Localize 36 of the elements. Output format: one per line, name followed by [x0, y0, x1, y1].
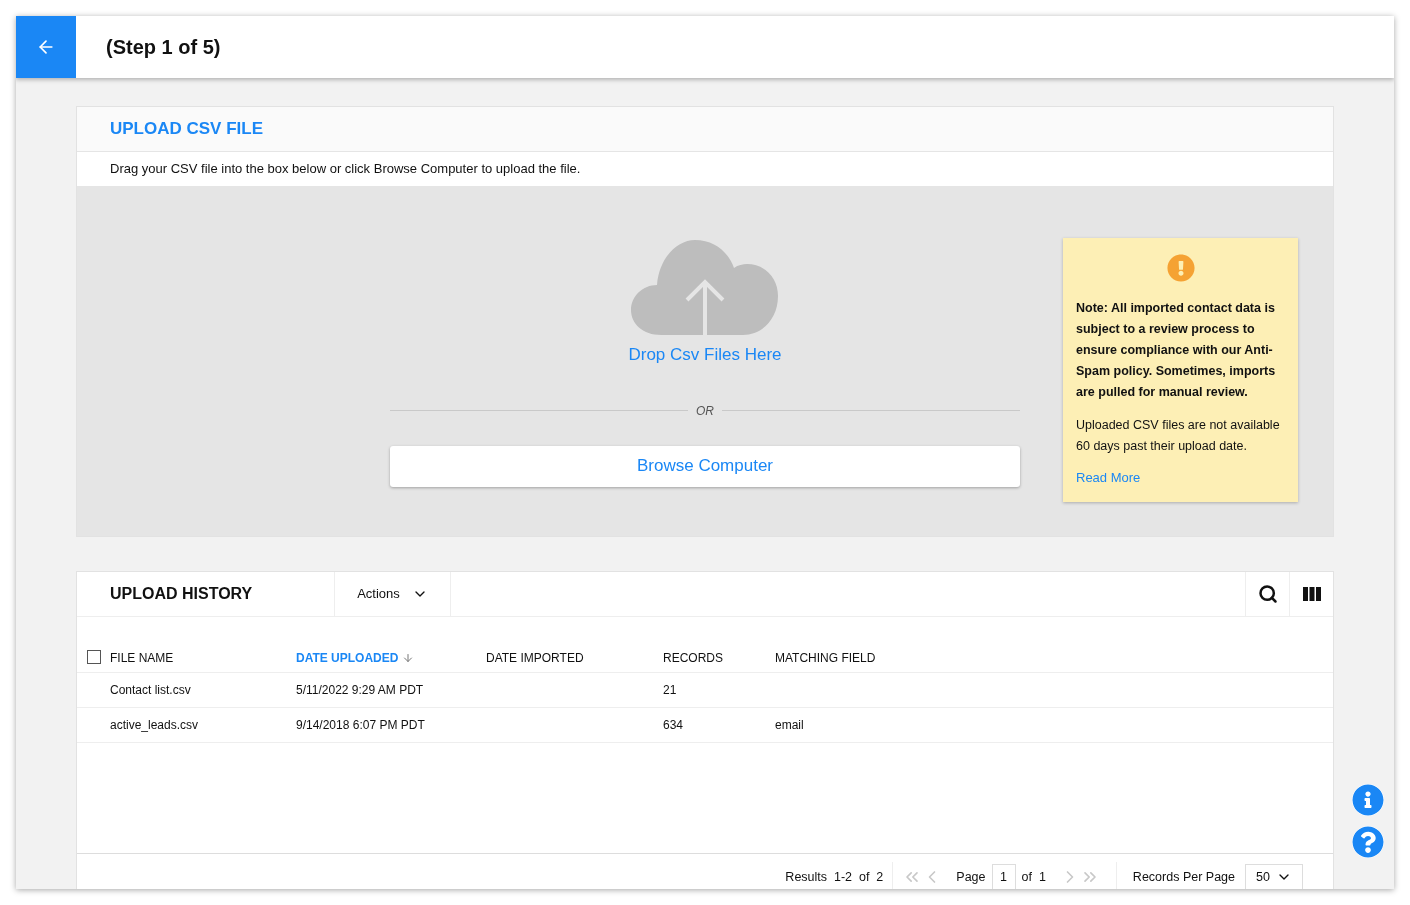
cloud-upload-icon [631, 238, 779, 336]
records-per-page-label: Records Per Page [1132, 868, 1235, 886]
table-cell: 634 [663, 718, 684, 732]
column-header[interactable]: DATE UPLOADED [296, 649, 399, 667]
or-divider-label: OR [695, 402, 715, 420]
column-header[interactable]: FILE NAME [110, 649, 174, 667]
column-header[interactable]: MATCHING FIELD [775, 649, 876, 667]
search-icon [1257, 584, 1278, 604]
columns-icon [1302, 587, 1321, 601]
history-title: UPLOAD HISTORY [110, 584, 253, 604]
info-icon[interactable] [1352, 784, 1384, 816]
results-count: Results 1-2 of 2 [785, 868, 884, 886]
table-cell: email [775, 718, 804, 732]
table-cell: active_leads.csv [110, 718, 199, 732]
upload-title: UPLOAD CSV FILE [110, 118, 263, 141]
page-label: Page [956, 868, 986, 886]
sort-arrow-icon [402, 652, 415, 664]
table-cell: 21 [663, 683, 677, 697]
retention-text: Uploaded CSV files are not available 60 days past their upload date. [1076, 417, 1281, 455]
select-all-checkbox[interactable] [86, 650, 101, 664]
records-per-page-select[interactable]: 50 [1245, 864, 1303, 889]
actions-dropdown[interactable]: Actions [335, 572, 451, 616]
table-cell: 9/14/2018 6:07 PM PDT [296, 718, 425, 732]
page-input[interactable]: 1 [991, 864, 1016, 889]
help-icon[interactable] [1352, 826, 1384, 858]
column-header[interactable]: DATE IMPORTED [486, 649, 584, 667]
warning-icon [1166, 254, 1195, 282]
note-text: Note: All imported contact data is subject to a review process to ensure compliance with our Anti-Spam policy. Sometimes, imports are pulled for manual review. [1076, 300, 1277, 401]
table-cell: Contact list.csv [110, 683, 191, 697]
instructions-text: Drag your CSV file into the box below or click Browse Computer to upload the file. [110, 160, 581, 179]
column-header[interactable]: RECORDS [663, 649, 723, 667]
drop-label: Drop Csv Files Here [628, 344, 782, 366]
browse-computer-button[interactable]: Browse Computer [390, 445, 1020, 487]
table-cell: 5/11/2022 9:29 AM PDT [296, 683, 424, 697]
step-title: (Step 1 of 5) [106, 35, 221, 60]
page-count: of 1 [1021, 868, 1046, 886]
